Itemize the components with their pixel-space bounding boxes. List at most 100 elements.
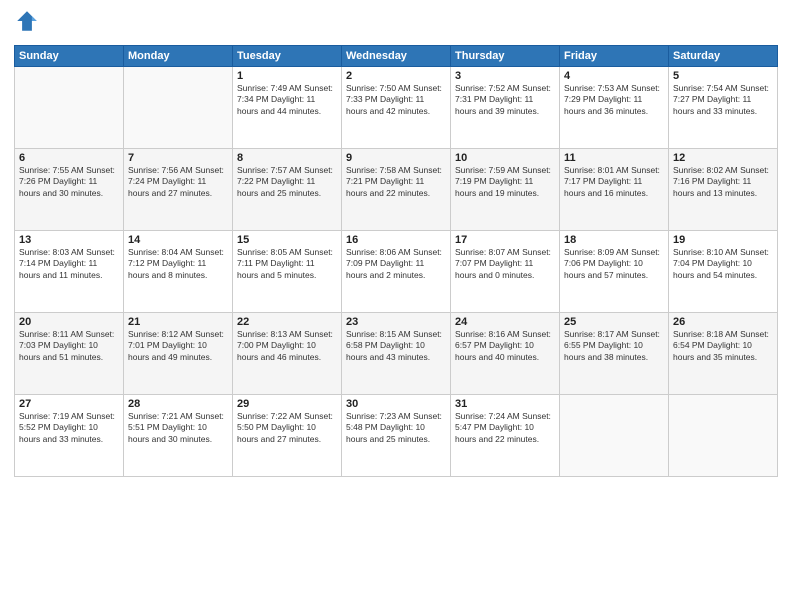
day-info: Sunrise: 8:12 AM Sunset: 7:01 PM Dayligh… (128, 329, 228, 363)
day-info: Sunrise: 8:03 AM Sunset: 7:14 PM Dayligh… (19, 247, 119, 281)
day-number: 1 (237, 70, 337, 82)
day-info: Sunrise: 7:23 AM Sunset: 5:48 PM Dayligh… (346, 411, 446, 445)
day-info: Sunrise: 7:52 AM Sunset: 7:31 PM Dayligh… (455, 83, 555, 117)
day-number: 26 (673, 316, 773, 328)
table-row: 14Sunrise: 8:04 AM Sunset: 7:12 PM Dayli… (124, 231, 233, 313)
day-number: 7 (128, 152, 228, 164)
table-row: 13Sunrise: 8:03 AM Sunset: 7:14 PM Dayli… (15, 231, 124, 313)
weekday-header-monday: Monday (124, 46, 233, 67)
day-info: Sunrise: 7:59 AM Sunset: 7:19 PM Dayligh… (455, 165, 555, 199)
day-info: Sunrise: 8:05 AM Sunset: 7:11 PM Dayligh… (237, 247, 337, 281)
day-info: Sunrise: 8:13 AM Sunset: 7:00 PM Dayligh… (237, 329, 337, 363)
table-row: 25Sunrise: 8:17 AM Sunset: 6:55 PM Dayli… (560, 313, 669, 395)
weekday-header-tuesday: Tuesday (233, 46, 342, 67)
logo (14, 10, 40, 37)
table-row: 29Sunrise: 7:22 AM Sunset: 5:50 PM Dayli… (233, 395, 342, 477)
table-row: 23Sunrise: 8:15 AM Sunset: 6:58 PM Dayli… (342, 313, 451, 395)
table-row: 7Sunrise: 7:56 AM Sunset: 7:24 PM Daylig… (124, 149, 233, 231)
day-info: Sunrise: 8:01 AM Sunset: 7:17 PM Dayligh… (564, 165, 664, 199)
day-info: Sunrise: 8:10 AM Sunset: 7:04 PM Dayligh… (673, 247, 773, 281)
table-row: 30Sunrise: 7:23 AM Sunset: 5:48 PM Dayli… (342, 395, 451, 477)
weekday-header-row: SundayMondayTuesdayWednesdayThursdayFrid… (15, 46, 778, 67)
table-row: 3Sunrise: 7:52 AM Sunset: 7:31 PM Daylig… (451, 67, 560, 149)
calendar-week-row: 27Sunrise: 7:19 AM Sunset: 5:52 PM Dayli… (15, 395, 778, 477)
table-row: 8Sunrise: 7:57 AM Sunset: 7:22 PM Daylig… (233, 149, 342, 231)
table-row: 16Sunrise: 8:06 AM Sunset: 7:09 PM Dayli… (342, 231, 451, 313)
table-row: 22Sunrise: 8:13 AM Sunset: 7:00 PM Dayli… (233, 313, 342, 395)
table-row (124, 67, 233, 149)
table-row: 17Sunrise: 8:07 AM Sunset: 7:07 PM Dayli… (451, 231, 560, 313)
table-row: 24Sunrise: 8:16 AM Sunset: 6:57 PM Dayli… (451, 313, 560, 395)
day-info: Sunrise: 7:21 AM Sunset: 5:51 PM Dayligh… (128, 411, 228, 445)
table-row: 21Sunrise: 8:12 AM Sunset: 7:01 PM Dayli… (124, 313, 233, 395)
day-number: 3 (455, 70, 555, 82)
day-number: 17 (455, 234, 555, 246)
day-info: Sunrise: 8:16 AM Sunset: 6:57 PM Dayligh… (455, 329, 555, 363)
table-row (560, 395, 669, 477)
table-row: 18Sunrise: 8:09 AM Sunset: 7:06 PM Dayli… (560, 231, 669, 313)
day-number: 2 (346, 70, 446, 82)
table-row: 27Sunrise: 7:19 AM Sunset: 5:52 PM Dayli… (15, 395, 124, 477)
day-number: 30 (346, 398, 446, 410)
day-number: 9 (346, 152, 446, 164)
table-row: 19Sunrise: 8:10 AM Sunset: 7:04 PM Dayli… (669, 231, 778, 313)
day-number: 31 (455, 398, 555, 410)
day-info: Sunrise: 8:09 AM Sunset: 7:06 PM Dayligh… (564, 247, 664, 281)
day-number: 29 (237, 398, 337, 410)
table-row: 10Sunrise: 7:59 AM Sunset: 7:19 PM Dayli… (451, 149, 560, 231)
table-row: 2Sunrise: 7:50 AM Sunset: 7:33 PM Daylig… (342, 67, 451, 149)
day-number: 19 (673, 234, 773, 246)
day-info: Sunrise: 7:55 AM Sunset: 7:26 PM Dayligh… (19, 165, 119, 199)
day-number: 18 (564, 234, 664, 246)
table-row (15, 67, 124, 149)
weekday-header-friday: Friday (560, 46, 669, 67)
day-number: 21 (128, 316, 228, 328)
header (14, 10, 778, 37)
day-info: Sunrise: 7:22 AM Sunset: 5:50 PM Dayligh… (237, 411, 337, 445)
table-row: 15Sunrise: 8:05 AM Sunset: 7:11 PM Dayli… (233, 231, 342, 313)
day-info: Sunrise: 8:04 AM Sunset: 7:12 PM Dayligh… (128, 247, 228, 281)
day-number: 22 (237, 316, 337, 328)
table-row: 11Sunrise: 8:01 AM Sunset: 7:17 PM Dayli… (560, 149, 669, 231)
calendar-week-row: 13Sunrise: 8:03 AM Sunset: 7:14 PM Dayli… (15, 231, 778, 313)
day-number: 20 (19, 316, 119, 328)
day-number: 14 (128, 234, 228, 246)
table-row: 28Sunrise: 7:21 AM Sunset: 5:51 PM Dayli… (124, 395, 233, 477)
table-row: 12Sunrise: 8:02 AM Sunset: 7:16 PM Dayli… (669, 149, 778, 231)
day-info: Sunrise: 7:53 AM Sunset: 7:29 PM Dayligh… (564, 83, 664, 117)
day-number: 28 (128, 398, 228, 410)
table-row: 9Sunrise: 7:58 AM Sunset: 7:21 PM Daylig… (342, 149, 451, 231)
table-row (669, 395, 778, 477)
table-row: 1Sunrise: 7:49 AM Sunset: 7:34 PM Daylig… (233, 67, 342, 149)
logo-icon (16, 10, 38, 32)
day-number: 8 (237, 152, 337, 164)
day-info: Sunrise: 8:15 AM Sunset: 6:58 PM Dayligh… (346, 329, 446, 363)
day-info: Sunrise: 7:50 AM Sunset: 7:33 PM Dayligh… (346, 83, 446, 117)
weekday-header-saturday: Saturday (669, 46, 778, 67)
day-number: 12 (673, 152, 773, 164)
calendar: SundayMondayTuesdayWednesdayThursdayFrid… (14, 45, 778, 477)
table-row: 6Sunrise: 7:55 AM Sunset: 7:26 PM Daylig… (15, 149, 124, 231)
day-info: Sunrise: 7:54 AM Sunset: 7:27 PM Dayligh… (673, 83, 773, 117)
day-info: Sunrise: 7:57 AM Sunset: 7:22 PM Dayligh… (237, 165, 337, 199)
day-info: Sunrise: 7:24 AM Sunset: 5:47 PM Dayligh… (455, 411, 555, 445)
day-info: Sunrise: 8:02 AM Sunset: 7:16 PM Dayligh… (673, 165, 773, 199)
day-number: 6 (19, 152, 119, 164)
calendar-week-row: 1Sunrise: 7:49 AM Sunset: 7:34 PM Daylig… (15, 67, 778, 149)
table-row: 4Sunrise: 7:53 AM Sunset: 7:29 PM Daylig… (560, 67, 669, 149)
day-info: Sunrise: 8:11 AM Sunset: 7:03 PM Dayligh… (19, 329, 119, 363)
day-number: 11 (564, 152, 664, 164)
day-number: 27 (19, 398, 119, 410)
day-number: 5 (673, 70, 773, 82)
day-number: 16 (346, 234, 446, 246)
weekday-header-sunday: Sunday (15, 46, 124, 67)
day-info: Sunrise: 7:58 AM Sunset: 7:21 PM Dayligh… (346, 165, 446, 199)
day-info: Sunrise: 8:17 AM Sunset: 6:55 PM Dayligh… (564, 329, 664, 363)
day-info: Sunrise: 8:07 AM Sunset: 7:07 PM Dayligh… (455, 247, 555, 281)
day-info: Sunrise: 8:06 AM Sunset: 7:09 PM Dayligh… (346, 247, 446, 281)
day-number: 10 (455, 152, 555, 164)
day-info: Sunrise: 7:49 AM Sunset: 7:34 PM Dayligh… (237, 83, 337, 117)
table-row: 26Sunrise: 8:18 AM Sunset: 6:54 PM Dayli… (669, 313, 778, 395)
table-row: 5Sunrise: 7:54 AM Sunset: 7:27 PM Daylig… (669, 67, 778, 149)
calendar-week-row: 20Sunrise: 8:11 AM Sunset: 7:03 PM Dayli… (15, 313, 778, 395)
